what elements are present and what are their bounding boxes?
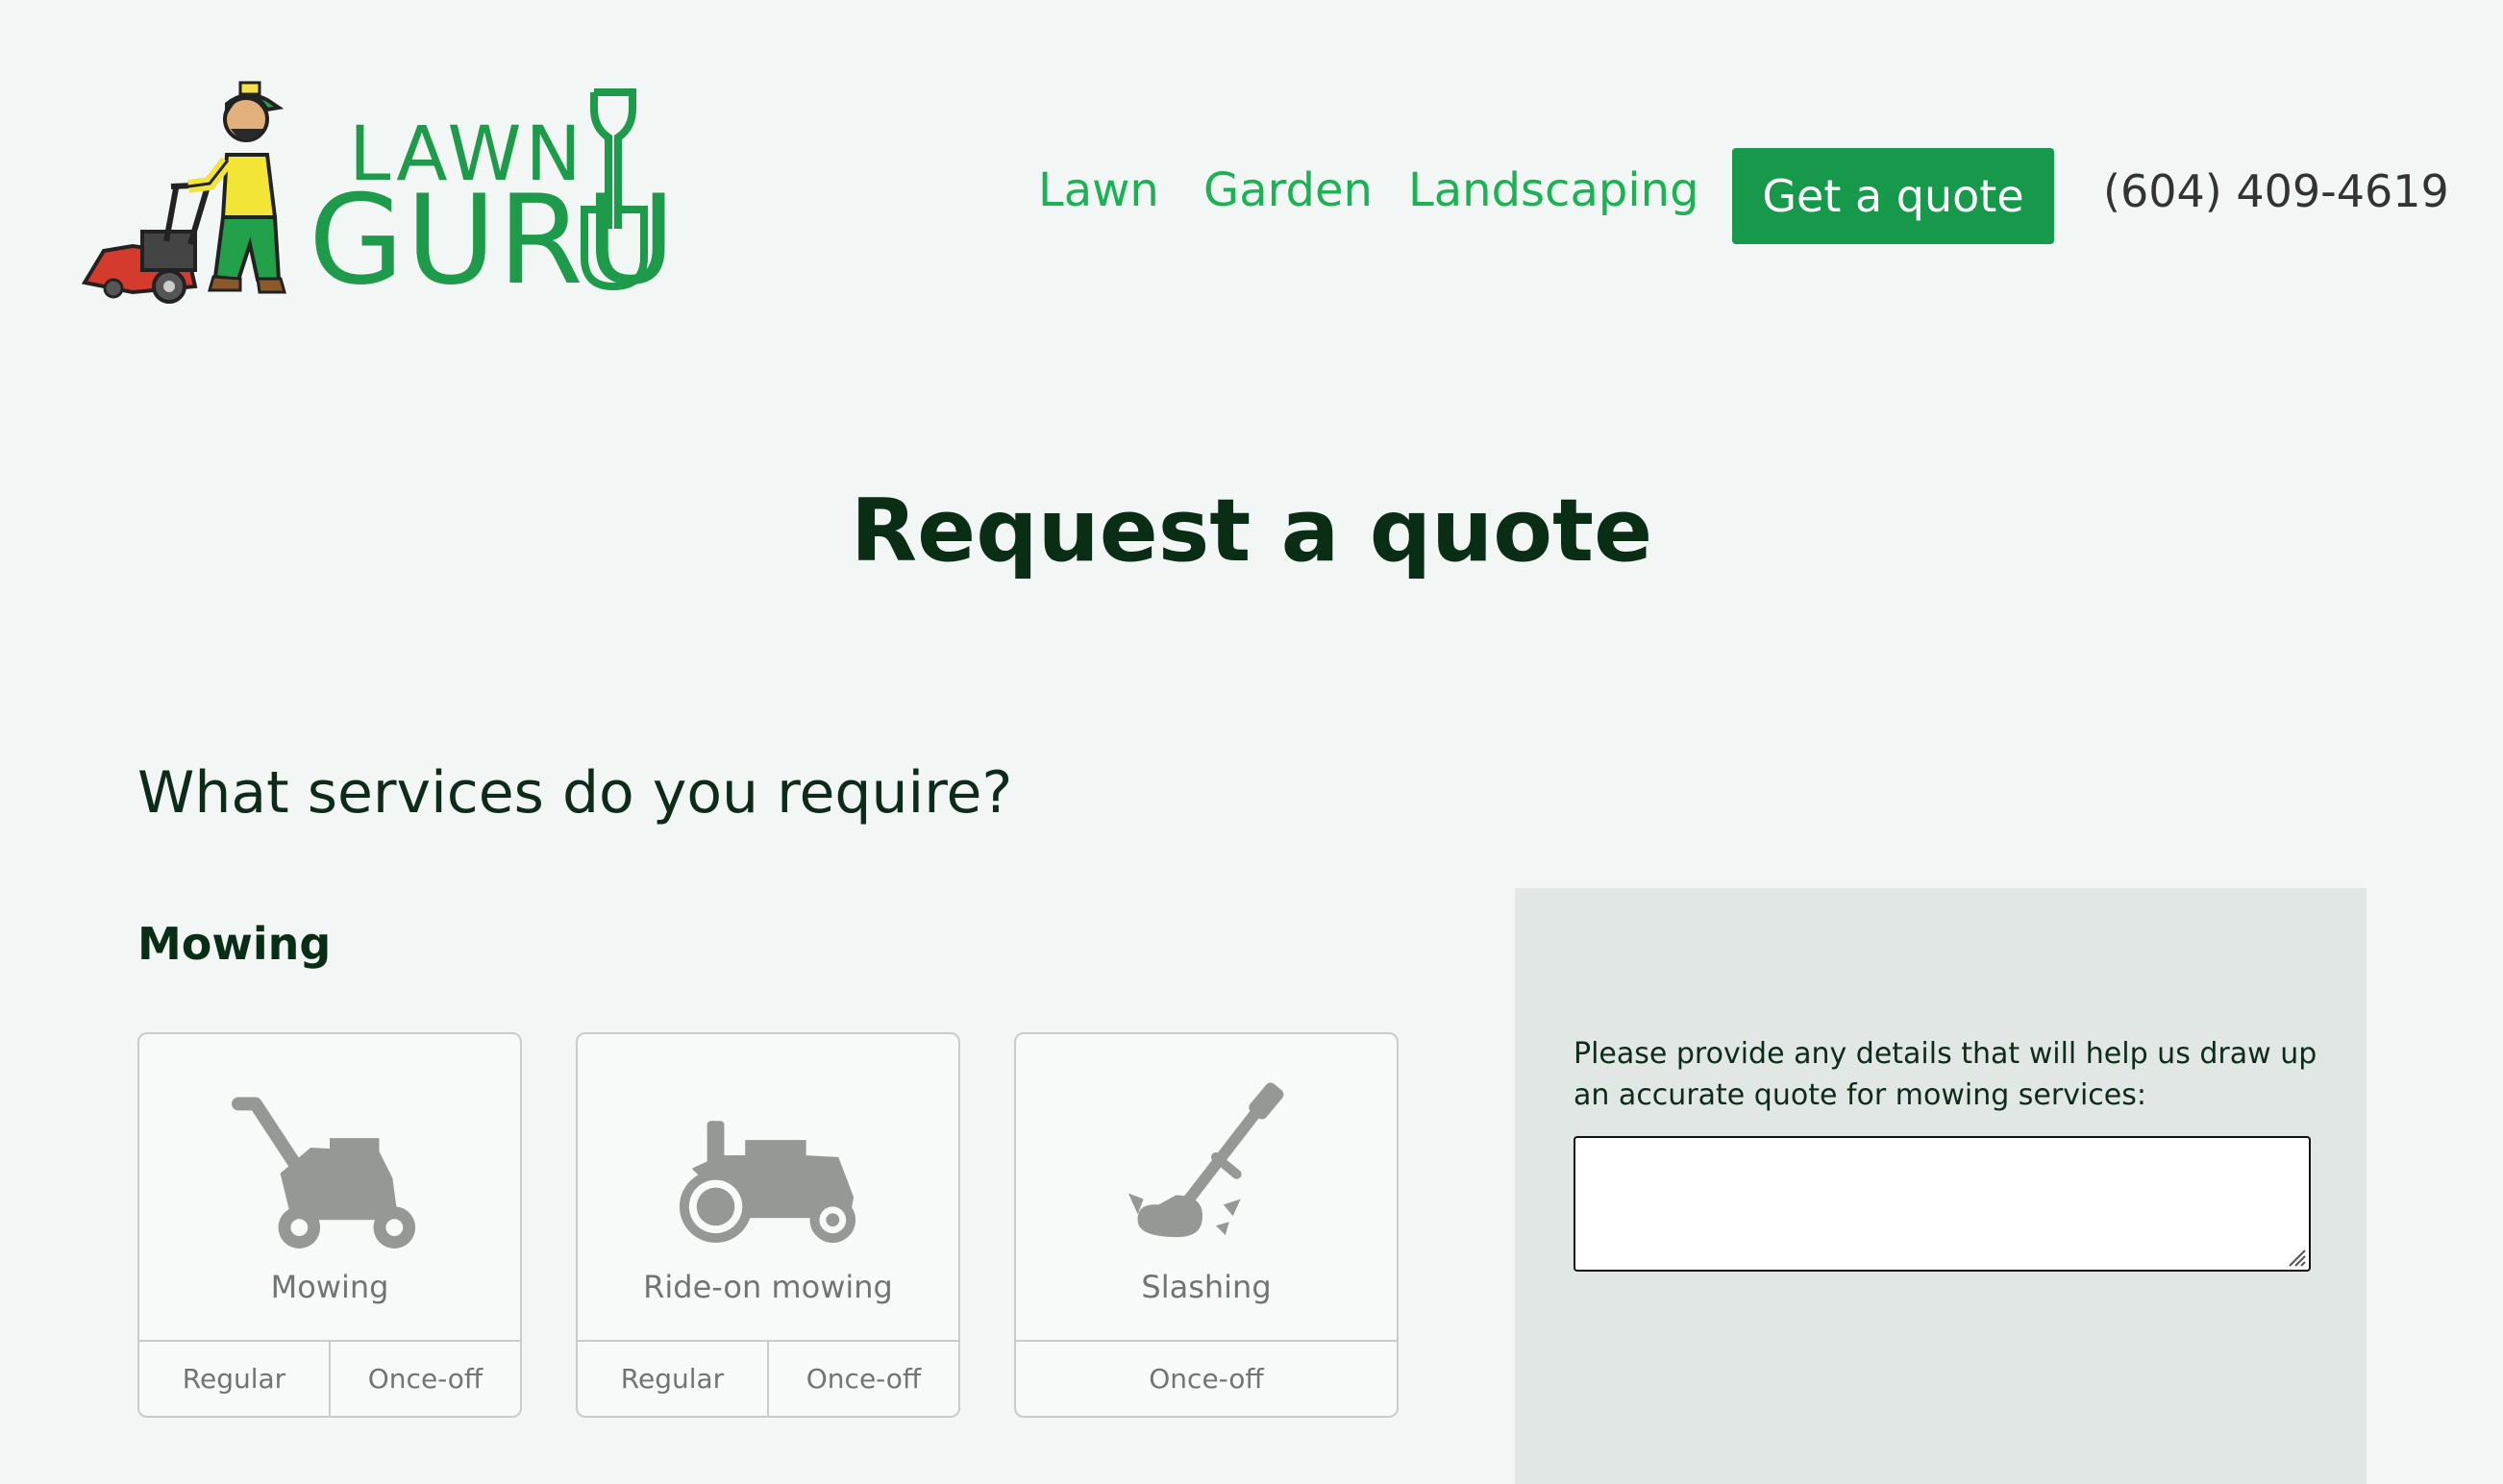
option-once-off[interactable]: Once-off [1016, 1342, 1397, 1416]
service-label: Slashing [1141, 1269, 1272, 1305]
service-card-slashing[interactable]: Slashing Once-off [1014, 1032, 1399, 1418]
details-panel: Please provide any details that will hel… [1515, 888, 2367, 1484]
lawn-guru-logo[interactable]: LAWN GURU [75, 73, 676, 312]
nav-landscaping-link[interactable]: Landscaping [1408, 163, 1699, 217]
service-label: Mowing [270, 1269, 389, 1305]
trimmer-icon [1128, 1082, 1284, 1238]
frequency-options: Regular Once-off [139, 1340, 520, 1416]
push-mower-icon [232, 1097, 416, 1249]
category-title: Mowing [137, 918, 332, 970]
nav-garden-link[interactable]: Garden [1203, 163, 1373, 217]
frequency-options: Once-off [1016, 1340, 1397, 1416]
service-label: Ride-on mowing [643, 1269, 893, 1305]
frequency-options: Regular Once-off [578, 1340, 958, 1416]
option-once-off[interactable]: Once-off [329, 1342, 520, 1416]
service-card-ride-on-mowing[interactable]: Ride-on mowing Regular Once-off [576, 1032, 960, 1418]
option-regular[interactable]: Regular [139, 1342, 329, 1416]
service-card-mowing[interactable]: Mowing Regular Once-off [137, 1032, 522, 1418]
quote-page: LAWN GURU Lawn Garden Landscaping Get a … [0, 0, 2503, 1484]
shovel-icon [581, 88, 648, 291]
ride-on-mower-icon [679, 1121, 856, 1244]
services-question: What services do you require? [137, 759, 1013, 827]
option-once-off[interactable]: Once-off [767, 1342, 958, 1416]
phone-number[interactable]: (604) 409-4619 [2103, 165, 2449, 217]
details-textarea[interactable] [1574, 1136, 2311, 1272]
option-regular[interactable]: Regular [578, 1342, 767, 1416]
resize-handle-icon[interactable] [2286, 1247, 2307, 1268]
nav-lawn-link[interactable]: Lawn [1038, 163, 1159, 217]
get-quote-button[interactable]: Get a quote [1732, 148, 2054, 244]
page-title: Request a quote [850, 481, 1653, 581]
details-label: Please provide any details that will hel… [1574, 1037, 2317, 1112]
